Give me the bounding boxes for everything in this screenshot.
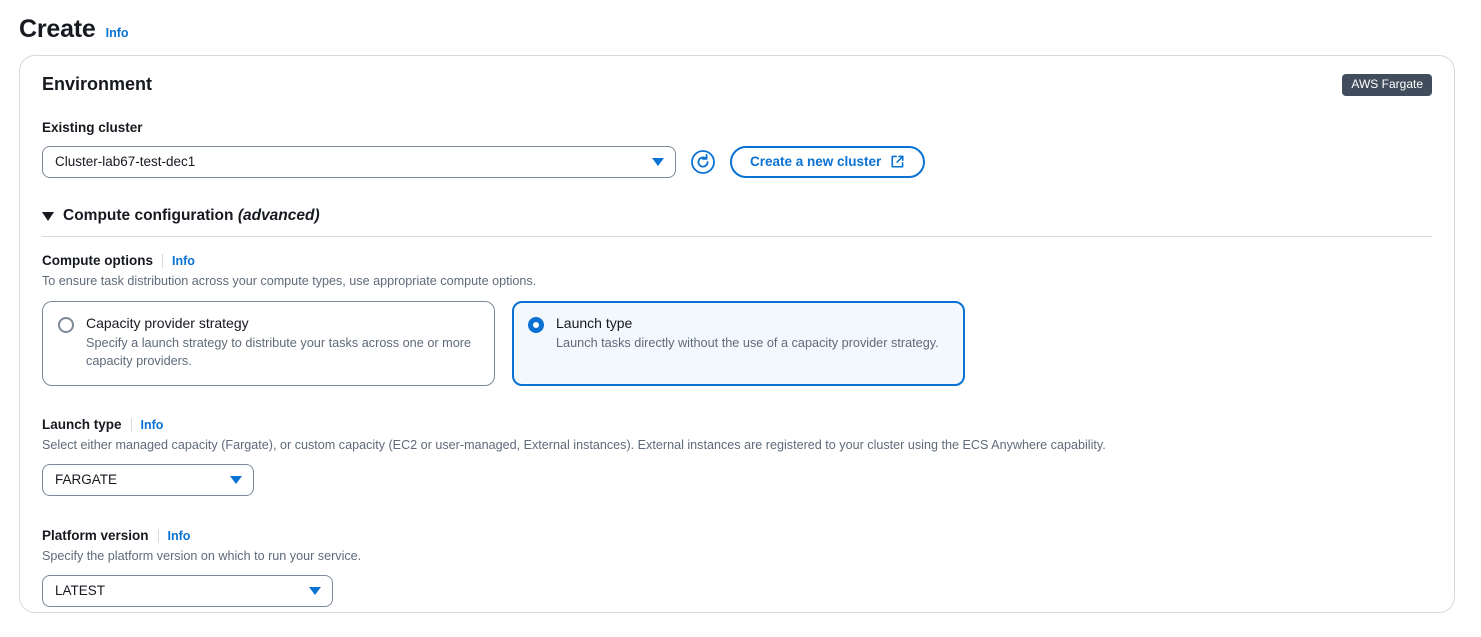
platform-version-value: LATEST bbox=[55, 583, 106, 598]
compute-configuration-toggle[interactable]: Compute configuration (advanced) bbox=[42, 207, 1432, 226]
refresh-icon bbox=[691, 149, 715, 174]
platform-version-description: Specify the platform version on which to… bbox=[42, 548, 362, 563]
compute-configuration-section: Compute configuration (advanced) Compute… bbox=[42, 207, 1432, 607]
create-new-cluster-button[interactable]: Create a new cluster bbox=[730, 145, 926, 178]
environment-panel: Environment AWS Fargate Existing cluster… bbox=[19, 55, 1455, 613]
section-divider bbox=[42, 236, 1432, 238]
page-header: Create Info bbox=[0, 0, 1481, 44]
compute-configuration-title: Compute configuration (advanced) bbox=[63, 207, 320, 226]
chevron-down-icon bbox=[309, 586, 321, 595]
existing-cluster-row: Cluster-lab67-test-dec1 Create a new clu… bbox=[42, 145, 1432, 178]
compute-options-description: To ensure task distribution across your … bbox=[42, 273, 537, 288]
compute-options-field: Compute options Info To ensure task dist… bbox=[42, 252, 1432, 387]
chevron-down-icon bbox=[42, 211, 54, 221]
label-separator bbox=[157, 528, 159, 543]
existing-cluster-field: Existing cluster Cluster-lab67-test-dec1… bbox=[42, 119, 1432, 178]
launch-type-info-link[interactable]: Info bbox=[141, 418, 164, 432]
compute-options-label-row: Compute options Info bbox=[42, 252, 1432, 270]
compute-option-description: Launch tasks directly without the use of… bbox=[556, 336, 939, 351]
launch-type-description: Select either managed capacity (Fargate)… bbox=[42, 437, 1106, 452]
platform-version-info-link[interactable]: Info bbox=[168, 529, 191, 543]
label-separator bbox=[130, 418, 132, 433]
launch-type-label: Launch type bbox=[42, 417, 122, 433]
compute-option-capacity-provider-strategy[interactable]: Capacity provider strategy Specify a lau… bbox=[42, 300, 495, 387]
chevron-down-icon bbox=[652, 157, 664, 166]
label-separator bbox=[162, 254, 163, 269]
existing-cluster-label: Existing cluster bbox=[42, 120, 143, 136]
platform-version-label: Platform version bbox=[42, 527, 149, 543]
aws-fargate-badge: AWS Fargate bbox=[1342, 74, 1432, 97]
platform-version-label-row: Platform version Info bbox=[42, 527, 1432, 545]
compute-option-title: Launch type bbox=[556, 314, 633, 331]
compute-configuration-title-suffix: (advanced) bbox=[237, 206, 320, 224]
compute-options-info-link[interactable]: Info bbox=[172, 254, 195, 268]
existing-cluster-value: Cluster-lab67-test-dec1 bbox=[55, 154, 196, 169]
create-new-cluster-label: Create a new cluster bbox=[750, 154, 882, 170]
compute-configuration-title-text: Compute configuration bbox=[63, 206, 234, 224]
compute-option-description: Specify a launch strategy to distribute … bbox=[86, 336, 472, 368]
compute-options-tiles: Capacity provider strategy Specify a lau… bbox=[42, 300, 1432, 387]
launch-type-label-row: Launch type Info bbox=[42, 416, 1432, 434]
launch-type-select[interactable]: FARGATE bbox=[42, 463, 254, 496]
compute-options-label: Compute options bbox=[42, 253, 153, 269]
launch-type-field: Launch type Info Select either managed c… bbox=[42, 416, 1432, 496]
compute-option-title: Capacity provider strategy bbox=[86, 314, 249, 331]
page-info-link[interactable]: Info bbox=[106, 26, 129, 40]
radio-icon bbox=[58, 316, 74, 333]
chevron-down-icon bbox=[230, 475, 242, 484]
launch-type-value: FARGATE bbox=[55, 473, 118, 487]
refresh-clusters-button[interactable] bbox=[688, 147, 718, 177]
environment-panel-header: Environment AWS Fargate bbox=[42, 74, 1432, 97]
external-link-icon bbox=[891, 155, 904, 168]
compute-option-launch-type[interactable]: Launch type Launch tasks directly withou… bbox=[512, 300, 965, 387]
radio-icon-selected bbox=[528, 316, 544, 333]
platform-version-select[interactable]: LATEST bbox=[42, 574, 333, 607]
platform-version-field: Platform version Info Specify the platfo… bbox=[42, 527, 1432, 607]
existing-cluster-select[interactable]: Cluster-lab67-test-dec1 bbox=[42, 145, 676, 178]
page-title: Create bbox=[19, 15, 96, 43]
create-service-page: Create Info Environment AWS Fargate Exis… bbox=[0, 0, 1481, 637]
environment-section-title: Environment bbox=[42, 74, 153, 94]
